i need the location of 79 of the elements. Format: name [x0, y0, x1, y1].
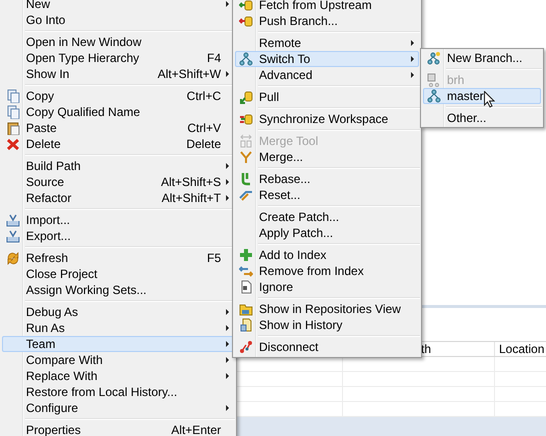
menu-item[interactable]: Refactor Alt+Shift+T [2, 190, 234, 206]
menu-item[interactable]: Source Alt+Shift+S [2, 174, 234, 190]
menu-item[interactable]: Restore from Local History... [2, 384, 234, 400]
menu-item[interactable]: Create Patch... [235, 209, 419, 225]
menu-item[interactable]: Add to Index [235, 247, 419, 263]
menu-item[interactable]: Disconnect [235, 339, 419, 355]
menu-item[interactable]: Delete Delete [2, 136, 234, 152]
repository-arrow-icon [238, 14, 252, 28]
document-icon [238, 280, 252, 294]
add-icon [238, 248, 252, 262]
menu-item[interactable]: Pull [235, 89, 419, 105]
submenu-arrow-icon [226, 71, 228, 77]
pages-icon [6, 105, 20, 119]
menu-item[interactable]: Import... [2, 212, 234, 228]
menu-item[interactable]: Close Project [2, 266, 234, 282]
menu-item[interactable]: Copy Qualified Name [2, 104, 234, 120]
menu-item[interactable]: Paste Ctrl+V [2, 120, 234, 136]
menu-item[interactable]: Synchronize Workspace [235, 111, 419, 127]
menu-item[interactable]: Other... [423, 110, 541, 126]
repository-arrows-icon [238, 112, 252, 126]
menu-item[interactable]: Go Into [2, 12, 234, 28]
delete-icon [6, 137, 20, 151]
repository-arrow-icon [238, 90, 252, 104]
submenu-arrow-icon [226, 405, 228, 411]
arrows-icon [238, 264, 252, 278]
submenu-arrow-icon [410, 56, 414, 62]
menu-item[interactable]: Team [2, 336, 234, 352]
menu-item[interactable]: New Branch... [423, 50, 541, 66]
menu-item[interactable]: Show in Repositories View [235, 301, 419, 317]
submenu-arrow-icon [410, 72, 414, 78]
menu-item[interactable]: Compare With [2, 352, 234, 368]
submenu-arrow-icon [226, 195, 228, 201]
menu-item[interactable]: Merge... [235, 149, 419, 165]
menu-item[interactable]: Configure [2, 400, 234, 416]
menu-item[interactable]: Switch To [235, 51, 419, 67]
menu-item[interactable]: Reset... [235, 187, 419, 203]
submenu-arrow-icon [226, 357, 228, 363]
pages-icon [6, 89, 20, 103]
menu-item[interactable]: Export... [2, 228, 234, 244]
folder-icon [238, 302, 252, 316]
submenu-arrow-icon [410, 40, 414, 46]
menu-item[interactable]: Rebase... [235, 171, 419, 187]
menu-item[interactable]: New [2, 0, 234, 12]
menu-item[interactable]: Show In Alt+Shift+W [2, 66, 234, 82]
menu-item[interactable]: Open in New Window [2, 34, 234, 50]
menu-item[interactable]: Remove from Index [235, 263, 419, 279]
refresh-icon [6, 251, 20, 265]
submenu-arrow-icon [226, 341, 228, 347]
submenu-arrow-icon [226, 309, 228, 315]
menu-item[interactable]: Open Type Hierarchy F4 [2, 50, 234, 66]
submenu-arrow-icon [226, 179, 228, 185]
disconnect-icon [238, 340, 252, 354]
submenu-arrow-icon [226, 373, 228, 379]
submenu-arrow-icon [226, 163, 228, 169]
menu-item[interactable]: Remote [235, 35, 419, 51]
tray-arrow-icon [6, 229, 20, 243]
menu-item[interactable]: Push Branch... [235, 13, 419, 29]
history-icon [238, 318, 252, 332]
tray-arrow-icon [6, 213, 20, 227]
menu-item[interactable]: Fetch from Upstream [235, 0, 419, 13]
menu-item[interactable]: Refresh F5 [2, 250, 234, 266]
repository-arrow-icon [238, 0, 252, 12]
menu-item[interactable]: Advanced [235, 67, 419, 83]
menu-item[interactable]: Ignore [235, 279, 419, 295]
menu-item[interactable]: Assign Working Sets... [2, 282, 234, 298]
menu-item[interactable]: Apply Patch... [235, 225, 419, 241]
submenu-arrow-icon [226, 325, 228, 331]
menu-item[interactable]: master [423, 88, 541, 104]
menu-item[interactable]: Replace With [2, 368, 234, 384]
column-header[interactable]: Location [495, 342, 546, 356]
merge-icon [238, 150, 252, 164]
menu-item[interactable]: Debug As [2, 304, 234, 320]
menu-item[interactable]: Run As [2, 320, 234, 336]
submenu-arrow-icon [226, 1, 228, 7]
menu-item[interactable]: Show in History [235, 317, 419, 333]
new-branch-icon [426, 51, 440, 65]
clipboard-icon [6, 121, 20, 135]
menu-item[interactable]: Copy Ctrl+C [2, 88, 234, 104]
menu-item[interactable]: Build Path [2, 158, 234, 174]
